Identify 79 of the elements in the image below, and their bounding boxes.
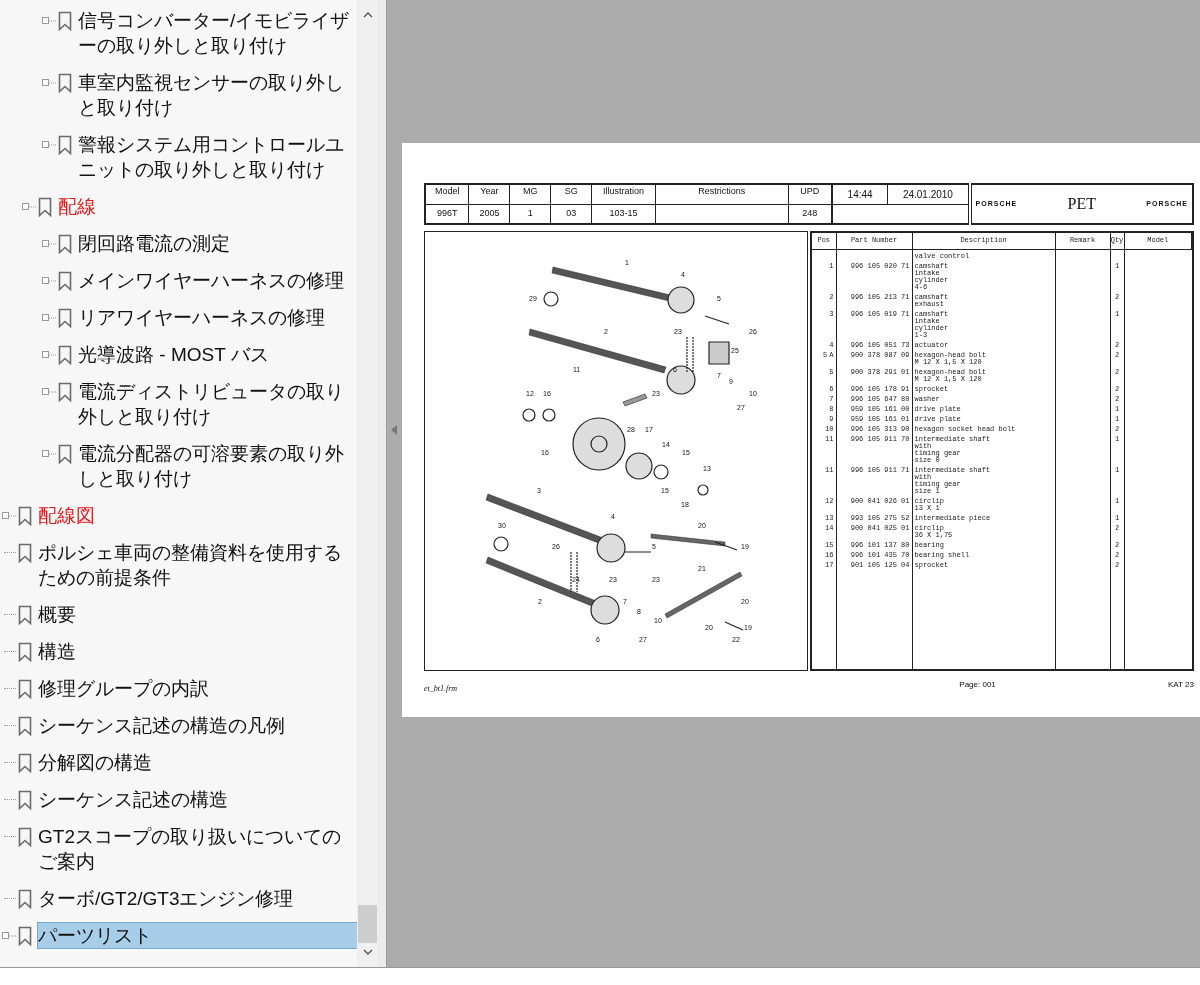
bookmark-item[interactable]: 光導波路 - MOST バス — [78, 342, 273, 367]
bookmark-item[interactable]: 構造 — [38, 639, 80, 664]
bookmark-item[interactable]: 配線 — [58, 194, 100, 219]
expander-icon[interactable] — [2, 931, 16, 940]
header-value: 248 — [802, 208, 818, 218]
bookmark-item[interactable]: 配線図 — [38, 503, 99, 528]
bookmark-icon — [18, 678, 32, 699]
bookmark-item[interactable]: 電流分配器の可溶要素の取り外しと取り付け — [78, 441, 357, 491]
bookmark-icon — [58, 270, 72, 291]
scroll-down-icon[interactable] — [362, 949, 373, 955]
bookmark-icon — [58, 344, 72, 365]
bookmark-item[interactable]: 分解図の構造 — [38, 750, 156, 775]
bookmark-icon — [18, 925, 32, 946]
bookmark-icon — [18, 542, 32, 563]
header-label: UPD — [800, 186, 820, 196]
bookmark-icon — [58, 381, 72, 402]
bookmark-icon — [18, 752, 32, 773]
header-label: MG — [523, 186, 538, 196]
expander-icon[interactable] — [42, 140, 56, 149]
bookmark-icon — [18, 826, 32, 847]
print-date: 24.01.2010 — [902, 188, 953, 200]
header-value: 2005 — [479, 208, 500, 218]
bookmark-item[interactable]: 電流ディストリビュータの取り外しと取り付け — [78, 379, 357, 429]
header-label: Year — [480, 186, 499, 196]
bookmark-icon — [18, 789, 32, 810]
bookmark-icon — [58, 72, 72, 93]
bookmark-icon — [58, 443, 72, 464]
page-number: Page: 001 — [959, 679, 996, 691]
expander-icon[interactable] — [42, 78, 56, 87]
bookmark-item[interactable]: 車室内監視センサーの取り外しと取り付け — [78, 70, 357, 120]
scrollbar[interactable] — [357, 0, 378, 967]
file-name: et_bt1.frm — [424, 683, 458, 695]
bookmark-item[interactable]: 概要 — [38, 602, 80, 627]
bookmark-icon — [58, 134, 72, 155]
bookmark-icon — [18, 505, 32, 526]
bookmark-icon — [58, 233, 72, 254]
catalog-number: KAT 23 — [1168, 679, 1194, 691]
bookmark-item[interactable]: 警報システム用コントロールユニットの取り外しと取り付け — [78, 132, 357, 182]
bookmark-item[interactable]: パーツリスト — [38, 923, 357, 948]
scrollbar-thumb[interactable] — [358, 905, 377, 943]
header-value: 996T — [436, 208, 458, 218]
bookmark-icon — [18, 641, 32, 662]
bookmark-icon — [58, 307, 72, 328]
panel-splitter[interactable] — [378, 0, 387, 967]
collapse-panel-icon[interactable] — [391, 425, 397, 435]
expander-icon[interactable] — [2, 511, 16, 520]
bookmark-item[interactable]: ターボ/GT2/GT3エンジン修理 — [38, 886, 298, 911]
header-value: 103-15 — [609, 208, 638, 218]
expander-icon[interactable] — [42, 449, 56, 458]
bookmark-item[interactable]: GT2スコープの取り扱いについてのご案内 — [38, 824, 357, 874]
expander-icon[interactable] — [42, 16, 56, 25]
header-label: Illustration — [603, 186, 645, 196]
expander-icon[interactable] — [42, 239, 56, 248]
catalog-title: PET — [1067, 194, 1096, 214]
header-label: Model — [434, 186, 460, 196]
header-label: SG — [564, 186, 578, 196]
bookmark-icon — [58, 10, 72, 31]
bookmark-icon — [38, 196, 52, 217]
expander-icon[interactable] — [42, 276, 56, 285]
bookmark-item[interactable]: 閉回路電流の測定 — [78, 231, 234, 256]
scroll-up-icon[interactable] — [362, 12, 373, 18]
expander-icon[interactable] — [42, 387, 56, 396]
bookmark-item[interactable]: リアワイヤーハーネスの修理 — [78, 305, 329, 330]
bookmark-item[interactable]: 修理グループの内訳 — [38, 676, 213, 701]
bookmark-icon — [18, 604, 32, 625]
expander-icon[interactable] — [42, 313, 56, 322]
bookmark-item[interactable]: メインワイヤーハーネスの修理 — [78, 268, 348, 293]
header-value: 03 — [566, 208, 577, 218]
bookmark-item[interactable]: ポルシェ車両の整備資料を使用するための前提条件 — [38, 540, 357, 590]
bookmark-item[interactable]: 信号コンバーター/イモビライザーの取り外しと取り付け — [78, 8, 357, 58]
header-label: Restrictions — [698, 186, 746, 196]
expander-icon[interactable] — [22, 202, 36, 211]
bookmark-item[interactable]: シーケンス記述の構造の凡例 — [38, 713, 289, 738]
print-time: 14:44 — [847, 188, 873, 200]
bookmark-icon — [18, 715, 32, 736]
expander-icon[interactable] — [42, 350, 56, 359]
bookmark-icon — [18, 888, 32, 909]
bookmark-item[interactable]: シーケンス記述の構造 — [38, 787, 232, 812]
header-value: 1 — [527, 208, 533, 218]
